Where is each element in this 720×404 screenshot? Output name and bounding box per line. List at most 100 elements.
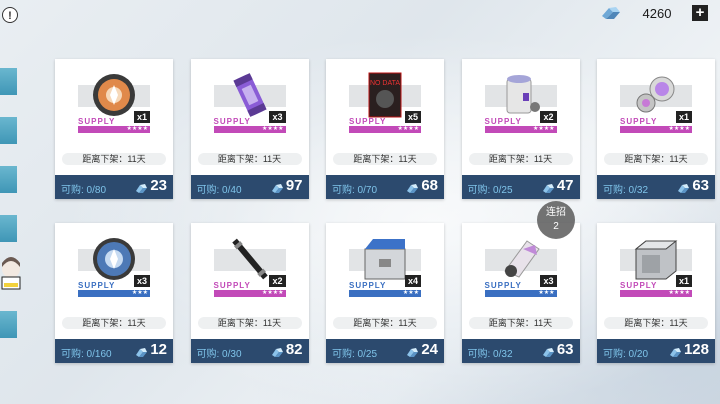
shop-item-card[interactable]: SUPPLY ★★★★ x3 距离下架：11天 可购: 0/40 97: [190, 59, 309, 199]
price: 97: [271, 177, 303, 194]
currency-display: 4260 +: [600, 5, 708, 21]
pyroxene-icon: [271, 345, 284, 357]
combo-label: 连招: [546, 207, 566, 218]
supply-label: SUPPLY: [620, 117, 658, 126]
crystal-horn-icon: [497, 235, 545, 283]
pyroxene-icon: [135, 345, 148, 357]
rarity-stars: ★★★★: [261, 290, 284, 296]
item-quantity: x3: [133, 275, 150, 287]
item-quantity: x2: [540, 111, 557, 123]
shop-item-card[interactable]: SUPPLY ★★★★ x1 距离下架：11天 可购: 0/80 23: [55, 59, 173, 199]
pyroxene-icon: [677, 181, 690, 193]
pyroxene-icon: [406, 345, 419, 357]
combo-counter[interactable]: 连招 2: [537, 201, 575, 239]
card-footer: 可购: 0/30 82: [190, 339, 309, 363]
price: 12: [135, 341, 167, 358]
supply-label: SUPPLY: [213, 117, 251, 126]
price: 63: [542, 341, 574, 358]
shop-grid: SUPPLY ★★★★ x1 距离下架：11天 可购: 0/80 23 SUPP…: [55, 59, 715, 363]
item-art: SUPPLY ★★★★ x1: [620, 67, 692, 133]
rarity-stars: ★★★: [131, 290, 148, 296]
card-footer: 可购: 0/80 23: [55, 175, 173, 199]
card-footer: 可购: 0/25 47: [461, 175, 580, 199]
price: 23: [135, 177, 167, 194]
expire-label: 距离下架：11天: [604, 317, 708, 329]
side-tab-1[interactable]: [0, 68, 17, 95]
purchase-limit: 可购: 0/80: [61, 185, 107, 196]
rarity-stars: ★★★: [538, 290, 555, 296]
pyroxene-icon: [135, 181, 148, 193]
supply-label: SUPPLY: [484, 117, 522, 126]
purchase-limit: 可购: 0/160: [61, 349, 112, 360]
side-tab-2[interactable]: [0, 117, 17, 144]
price-value: 63: [692, 177, 709, 194]
white-drum-icon: [497, 71, 545, 119]
item-quantity: x3: [269, 111, 286, 123]
pyroxene-icon: [542, 181, 555, 193]
add-currency-button[interactable]: +: [692, 5, 708, 21]
purchase-limit: 可购: 0/32: [467, 349, 513, 360]
item-quantity: x1: [675, 275, 692, 287]
price-value: 82: [285, 341, 303, 358]
shop-item-card[interactable]: NO DATA SUPPLY ★★★★ x5 距离下架：11天 可购: 0/70…: [326, 59, 444, 199]
black-rod-icon: [226, 235, 274, 283]
purchase-limit: 可购: 0/32: [603, 185, 649, 196]
price-value: 63: [556, 341, 574, 358]
side-tab-4[interactable]: [0, 215, 17, 242]
price-value: 12: [150, 341, 167, 358]
price: 68: [406, 177, 438, 194]
expire-label: 距离下架：11天: [62, 153, 166, 165]
supply-label: SUPPLY: [78, 281, 116, 290]
pyroxene-icon: [600, 6, 622, 20]
price-value: 68: [421, 177, 438, 194]
combo-count: 2: [553, 221, 559, 232]
shop-item-card[interactable]: SUPPLY ★★★ x3 距离下架：11天 可购: 0/32 63: [461, 223, 580, 363]
price: 128: [669, 341, 709, 358]
purchase-limit: 可购: 0/30: [196, 349, 242, 360]
item-art: SUPPLY ★★★ x3: [78, 231, 150, 297]
pyroxene-icon: [669, 345, 682, 357]
supply-label: SUPPLY: [349, 281, 387, 290]
purple-canister-icon: [226, 71, 274, 119]
item-art: SUPPLY ★★★ x3: [484, 231, 557, 297]
shop-item-card[interactable]: SUPPLY ★★★★ x1 距离下架：11天 可购: 0/20 128: [597, 223, 715, 363]
purchase-limit: 可购: 0/70: [332, 185, 378, 196]
shop-item-card[interactable]: SUPPLY ★★★★ x1 距离下架：11天 可购: 0/32 63: [597, 59, 715, 199]
price-value: 47: [556, 177, 574, 194]
item-quantity: x1: [675, 111, 692, 123]
supply-label: SUPPLY: [349, 117, 387, 126]
price-value: 23: [150, 177, 167, 194]
blue-disc-icon: [90, 235, 138, 283]
shop-item-card[interactable]: SUPPLY ★★★ x4 距离下架：11天 可购: 0/25 24: [326, 223, 444, 363]
card-footer: 可购: 0/32 63: [597, 175, 715, 199]
rarity-stars: ★★★★: [397, 126, 419, 132]
shop-item-card[interactable]: SUPPLY ★★★★ x2 距离下架：11天 可购: 0/25 47: [461, 59, 580, 199]
shop-item-card[interactable]: SUPPLY ★★★★ x2 距离下架：11天 可购: 0/30 82: [190, 223, 309, 363]
rarity-stars: ★★★★: [668, 126, 690, 132]
item-art: SUPPLY ★★★★ x1: [78, 67, 150, 133]
item-quantity: x1: [133, 111, 150, 123]
mascot-tab-icon[interactable]: [0, 255, 22, 295]
expire-label: 距离下架：11天: [468, 153, 573, 165]
expire-label: 距离下架：11天: [333, 153, 437, 165]
item-art: NO DATA SUPPLY ★★★★ x5: [349, 67, 421, 133]
currency-amount: 4260: [642, 5, 672, 21]
item-quantity: x2: [269, 275, 286, 287]
card-footer: 可购: 0/40 97: [190, 175, 309, 199]
top-bar: ! 4260 +: [0, 0, 720, 34]
item-art: SUPPLY ★★★★ x2: [484, 67, 557, 133]
card-footer: 可购: 0/32 63: [461, 339, 580, 363]
expire-label: 距离下架：11天: [468, 317, 573, 329]
card-footer: 可购: 0/25 24: [326, 339, 444, 363]
item-art: SUPPLY ★★★ x4: [349, 231, 421, 297]
side-tab-5[interactable]: [0, 311, 17, 338]
nodata-book-icon: NO DATA: [361, 71, 409, 119]
item-art: SUPPLY ★★★★ x2: [213, 231, 286, 297]
expire-label: 距离下架：11天: [197, 317, 302, 329]
shop-item-card[interactable]: SUPPLY ★★★ x3 距离下架：11天 可购: 0/160 12: [55, 223, 173, 363]
card-footer: 可购: 0/160 12: [55, 339, 173, 363]
item-quantity: x3: [540, 275, 557, 287]
supply-label: SUPPLY: [213, 281, 251, 290]
side-tab-3[interactable]: [0, 166, 17, 193]
expire-label: 距离下架：11天: [333, 317, 437, 329]
